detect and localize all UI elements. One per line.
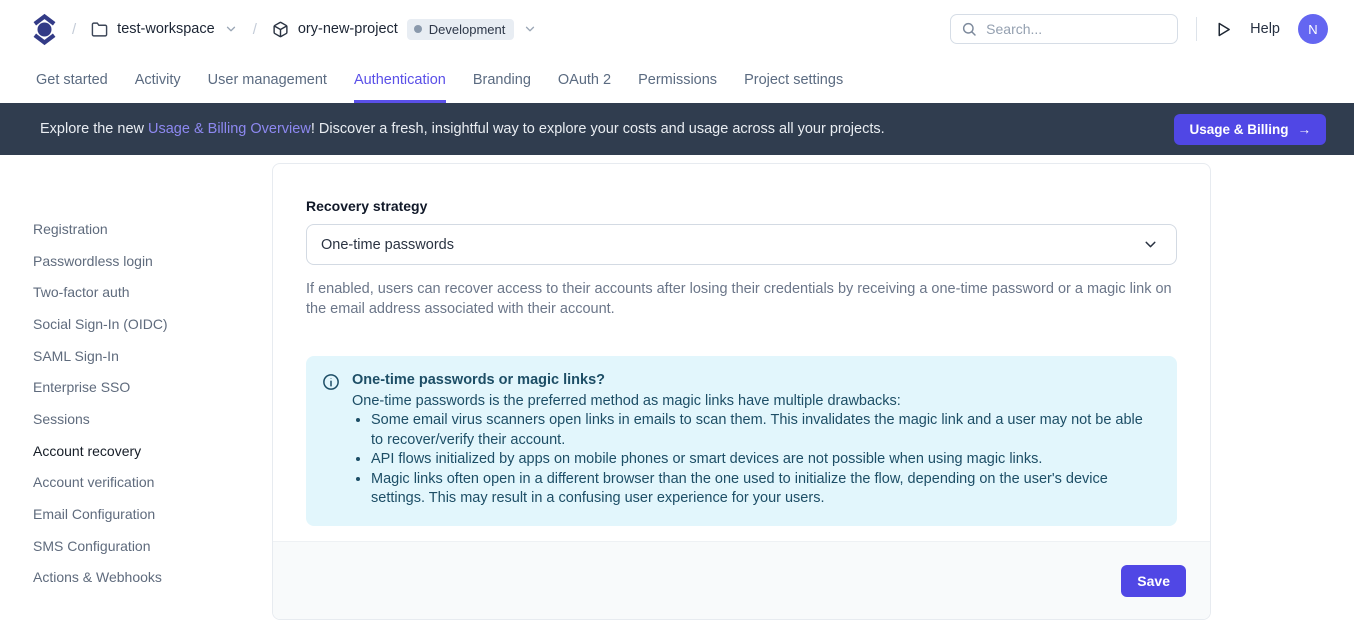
tab-activity[interactable]: Activity	[135, 58, 181, 103]
user-avatar[interactable]: N	[1298, 14, 1328, 44]
project-switcher[interactable]: ory-new-project Development	[272, 19, 538, 40]
environment-dot-icon	[414, 25, 422, 33]
settings-sidebar: Registration Passwordless login Two-fact…	[0, 155, 272, 593]
help-link[interactable]: Help	[1250, 21, 1280, 37]
card-footer: Save	[273, 541, 1210, 619]
callout-bullet-list: Some email virus scanners open links in …	[352, 411, 1157, 509]
chevron-down-icon	[523, 22, 537, 36]
environment-badge: Development	[407, 19, 515, 40]
workspace-name: test-workspace	[117, 21, 215, 37]
usage-billing-overview-link[interactable]: Usage & Billing Overview	[148, 121, 311, 137]
recovery-strategy-label: Recovery strategy	[306, 198, 1177, 214]
sidebar-item-registration[interactable]: Registration	[33, 213, 272, 245]
sidebar-item-account-verification[interactable]: Account verification	[33, 467, 272, 499]
sidebar-item-actions-webhooks[interactable]: Actions & Webhooks	[33, 562, 272, 594]
tab-permissions[interactable]: Permissions	[638, 58, 717, 103]
breadcrumb-separator: /	[72, 21, 76, 38]
tab-oauth2[interactable]: OAuth 2	[558, 58, 611, 103]
callout-bullet: API flows initialized by apps on mobile …	[371, 450, 1157, 470]
card-body: Recovery strategy One-time passwords If …	[273, 164, 1210, 541]
sidebar-item-sms-configuration[interactable]: SMS Configuration	[33, 530, 272, 562]
search-box[interactable]	[950, 14, 1178, 44]
sidebar-item-sessions[interactable]: Sessions	[33, 403, 272, 435]
workspace-switcher[interactable]: test-workspace	[91, 21, 238, 38]
search-icon	[961, 21, 977, 37]
header-actions: Help N	[950, 14, 1328, 44]
save-button[interactable]: Save	[1121, 565, 1186, 597]
arrow-right-icon: →	[1298, 122, 1312, 137]
app-header: / test-workspace / ory-new-project	[0, 0, 1354, 58]
recovery-strategy-value: One-time passwords	[321, 237, 454, 253]
announcement-banner: Explore the new Usage & Billing Overview…	[0, 103, 1354, 155]
tab-user-management[interactable]: User management	[208, 58, 327, 103]
recovery-strategy-description: If enabled, users can recover access to …	[306, 279, 1177, 319]
callout-bullet: Some email virus scanners open links in …	[371, 411, 1157, 450]
chevron-down-icon	[1142, 236, 1159, 253]
callout-title: One-time passwords or magic links?	[352, 371, 1157, 391]
page-content: Registration Passwordless login Two-fact…	[0, 155, 1354, 620]
banner-text-after: ! Discover a fresh, insightful way to ex…	[311, 121, 885, 137]
breadcrumb-separator: /	[253, 21, 257, 38]
info-callout: One-time passwords or magic links? One-t…	[306, 356, 1177, 526]
account-recovery-card: Recovery strategy One-time passwords If …	[272, 163, 1211, 620]
main-nav-tabs: Get started Activity User management Aut…	[0, 58, 1354, 103]
sidebar-item-passwordless-login[interactable]: Passwordless login	[33, 245, 272, 277]
sidebar-item-email-configuration[interactable]: Email Configuration	[33, 498, 272, 530]
usage-billing-button[interactable]: Usage & Billing →	[1174, 114, 1326, 145]
breadcrumb: / test-workspace / ory-new-project	[32, 13, 537, 46]
quickstart-play-icon[interactable]	[1215, 21, 1232, 38]
tab-get-started[interactable]: Get started	[36, 58, 108, 103]
sidebar-item-saml-sign-in[interactable]: SAML Sign-In	[33, 340, 272, 372]
chevron-down-icon	[224, 22, 238, 36]
callout-bullet: Magic links often open in a different br…	[371, 470, 1157, 509]
callout-body: One-time passwords or magic links? One-t…	[352, 371, 1157, 509]
callout-intro: One-time passwords is the preferred meth…	[352, 392, 1157, 412]
project-name: ory-new-project	[298, 21, 398, 37]
environment-label: Development	[429, 22, 506, 37]
tab-branding[interactable]: Branding	[473, 58, 531, 103]
sidebar-item-account-recovery[interactable]: Account recovery	[33, 435, 272, 467]
recovery-strategy-select[interactable]: One-time passwords	[306, 224, 1177, 265]
tab-authentication[interactable]: Authentication	[354, 58, 446, 103]
banner-message: Explore the new Usage & Billing Overview…	[40, 121, 885, 137]
package-icon	[272, 21, 289, 38]
header-divider	[1196, 17, 1197, 41]
ory-logo-icon[interactable]	[32, 13, 57, 46]
folder-icon	[91, 21, 108, 38]
sidebar-item-social-sign-in-oidc[interactable]: Social Sign-In (OIDC)	[33, 308, 272, 340]
search-input[interactable]	[986, 21, 1167, 37]
usage-billing-button-label: Usage & Billing	[1189, 122, 1288, 137]
sidebar-item-enterprise-sso[interactable]: Enterprise SSO	[33, 371, 272, 403]
banner-text-before: Explore the new	[40, 121, 148, 137]
sidebar-item-two-factor-auth[interactable]: Two-factor auth	[33, 276, 272, 308]
info-icon	[322, 373, 340, 509]
tab-project-settings[interactable]: Project settings	[744, 58, 843, 103]
